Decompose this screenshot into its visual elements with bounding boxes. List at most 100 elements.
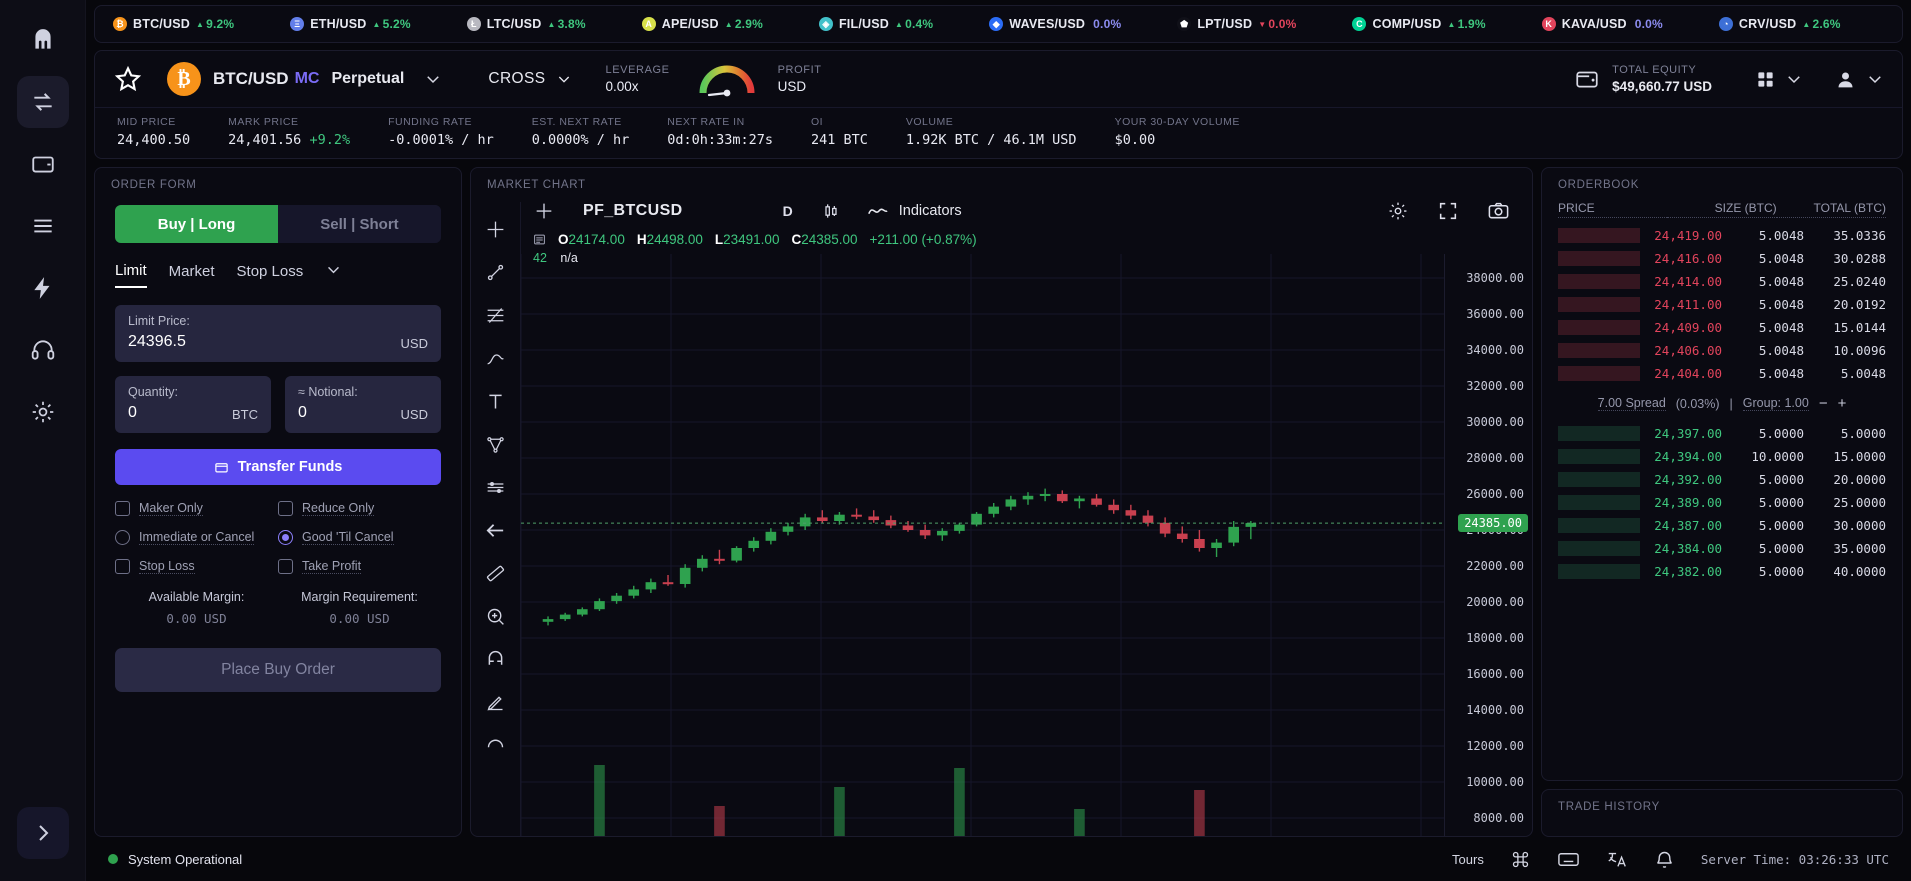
pencil-edit-icon[interactable] [483,689,509,715]
orderbook-row[interactable]: 24,411.00 5.0048 20.0192 [1542,293,1902,316]
maker-only-option[interactable]: Maker Only [115,501,278,516]
ticker-item-btc[interactable]: ₿ BTC/USD ▲ 9.2% [113,17,290,31]
grid-layout-button[interactable] [1756,70,1803,89]
expand-sidebar-button[interactable] [16,807,69,859]
brush-icon[interactable] [483,345,509,371]
keyboard-icon[interactable] [1557,848,1580,871]
instrument-chevron-down-icon[interactable] [424,70,442,88]
orderbook-row[interactable]: 24,409.00 5.0048 15.0144 [1542,316,1902,339]
translate-icon[interactable] [1606,848,1628,870]
tab-stop-loss[interactable]: Stop Loss [237,263,304,287]
tours-button[interactable]: Tours [1452,852,1484,867]
series-toggle-icon[interactable] [533,233,546,246]
sell-short-button[interactable]: Sell | Short [278,205,441,243]
bell-icon[interactable] [1654,849,1675,870]
sidebar-item-orders[interactable] [17,200,69,252]
notional-field[interactable]: ≈ Notional: 0 USD [285,376,441,433]
ticker-item-waves[interactable]: ◆ WAVES/USD 0.0% [989,17,1177,31]
transfer-funds-button[interactable]: Transfer Funds [115,449,441,485]
crosshair-tool-icon[interactable] [483,216,509,242]
orderbook-row[interactable]: 24,382.00 5.0000 40.0000 [1542,560,1902,583]
orderbook-row[interactable]: 24,404.00 5.0048 5.0048 [1542,362,1902,385]
orderbook-row[interactable]: 24,416.00 5.0048 30.0288 [1542,247,1902,270]
sidebar-item-wallet[interactable] [17,138,69,190]
take-profit-option[interactable]: Take Profit [278,559,441,574]
order-type-more-chevron-down-icon[interactable] [325,261,342,289]
orderbook-row[interactable]: 24,419.00 5.0048 35.0336 [1542,224,1902,247]
limit-price-input[interactable]: 24396.5 [128,333,190,351]
stop-loss-checkbox[interactable] [115,559,130,574]
orderbook-row[interactable]: 24,414.00 5.0048 25.0240 [1542,270,1902,293]
immediate-or-cancel-option[interactable]: Immediate or Cancel [115,530,278,545]
zoom-in-icon[interactable] [483,603,509,629]
header-right-group: TOTAL EQUITY $49,660.77 USD [1574,64,1884,94]
chart-timeframe-button[interactable]: D [783,203,793,219]
orderbook-row[interactable]: 24,389.00 5.0000 25.0000 [1542,491,1902,514]
fib-retracement-icon[interactable] [483,302,509,328]
maker-only-checkbox[interactable] [115,501,130,516]
orderbook-row[interactable]: 24,387.00 5.0000 30.0000 [1542,514,1902,537]
more-tools-icon[interactable] [483,732,509,758]
orderbook-row[interactable]: 24,406.00 5.0048 10.0096 [1542,339,1902,362]
limit-price-field[interactable]: Limit Price: 24396.5 USD [115,305,441,362]
measure-icon[interactable] [483,560,509,586]
chart-price-axis[interactable]: 38000.00 36000.00 34000.00 32000.00 30000.00… [1444,254,1532,836]
sidebar-item-settings[interactable] [17,386,69,438]
user-menu-button[interactable] [1835,69,1884,90]
candlestick-icon[interactable] [821,201,841,221]
arrow-left-icon[interactable] [483,517,509,543]
sidebar-item-logo[interactable] [17,14,69,66]
ticker-item-fil[interactable]: ◈ FIL/USD ▲ 0.4% [818,17,989,31]
orderbook-row[interactable]: 24,394.00 10.0000 15.0000 [1542,445,1902,468]
text-tool-icon[interactable] [483,388,509,414]
sidebar-item-futures[interactable] [17,262,69,314]
quantity-input[interactable]: 0 [128,404,178,422]
ticker-symbol: COMP/USD [1372,17,1442,31]
indicators-button[interactable]: Indicators [867,203,962,219]
group-minus-icon[interactable]: − [1819,395,1828,412]
crosshair-icon[interactable] [533,200,555,222]
ticker-item-ape[interactable]: A APE/USD ▲ 2.9% [641,17,819,31]
notional-input[interactable]: 0 [298,404,358,422]
ticker-item-eth[interactable]: Ξ ETH/USD ▲ 5.2% [290,17,467,31]
ticker-item-comp[interactable]: C COMP/USD ▲ 1.9% [1352,17,1541,31]
sidebar-item-trade[interactable] [16,76,69,128]
y-axis-tick: 34000.00 [1466,343,1524,357]
place-buy-order-button[interactable]: Place Buy Order [115,648,441,692]
pitchfork-icon[interactable] [483,431,509,457]
sidebar-item-support[interactable] [17,324,69,376]
chart-plot-area[interactable]: 38000.00 36000.00 34000.00 32000.00 30000.00… [520,254,1532,836]
orderbook-row[interactable]: 24,397.00 5.0000 5.0000 [1542,422,1902,445]
reduce-only-option[interactable]: Reduce Only [278,501,441,516]
tab-limit[interactable]: Limit [115,262,147,288]
ticker-item-ltc[interactable]: Ł LTC/USD ▲ 3.8% [466,17,642,31]
quantity-field[interactable]: Quantity: 0 BTC [115,376,271,433]
orderbook-row[interactable]: 24,392.00 5.0000 20.0000 [1542,468,1902,491]
chart-symbol-label[interactable]: PF_BTCUSD [583,202,683,220]
gtc-radio[interactable] [278,530,293,545]
ticker-item-lpt[interactable]: ⬟ LPT/USD ▼ 0.0% [1177,17,1352,31]
ioc-radio[interactable] [115,530,130,545]
gear-icon[interactable] [1387,200,1409,222]
market-ticker-bar[interactable]: ₿ BTC/USD ▲ 9.2% Ξ ETH/USD ▲ 5.2% Ł LTC/USD ▲ 3.8% A… [94,5,1903,43]
trend-line-icon[interactable] [483,259,509,285]
command-key-icon[interactable] [1510,849,1531,870]
long-position-icon[interactable] [483,474,509,500]
expand-icon[interactable] [1437,200,1459,222]
favorite-star-icon[interactable] [113,64,143,94]
wallet-icon[interactable] [1574,66,1600,92]
take-profit-checkbox[interactable] [278,559,293,574]
camera-icon[interactable] [1487,199,1510,222]
ticker-item-kava[interactable]: K KAVA/USD 0.0% [1541,17,1719,31]
stop-loss-option[interactable]: Stop Loss [115,559,278,574]
group-plus-icon[interactable]: + [1838,395,1847,412]
tab-market[interactable]: Market [169,263,215,287]
ticker-item-crv[interactable]: ◔ CRV/USD ▲ 2.6% [1718,17,1897,31]
reduce-only-checkbox[interactable] [278,501,293,516]
buy-long-button[interactable]: Buy | Long [115,205,278,243]
orderbook-row[interactable]: 24,384.00 5.0000 35.0000 [1542,537,1902,560]
indicators-label: Indicators [898,202,962,219]
magnet-icon[interactable] [483,646,509,672]
good-til-cancel-option[interactable]: Good 'Til Cancel [278,530,441,545]
margin-mode-selector[interactable]: CROSS [488,70,571,88]
